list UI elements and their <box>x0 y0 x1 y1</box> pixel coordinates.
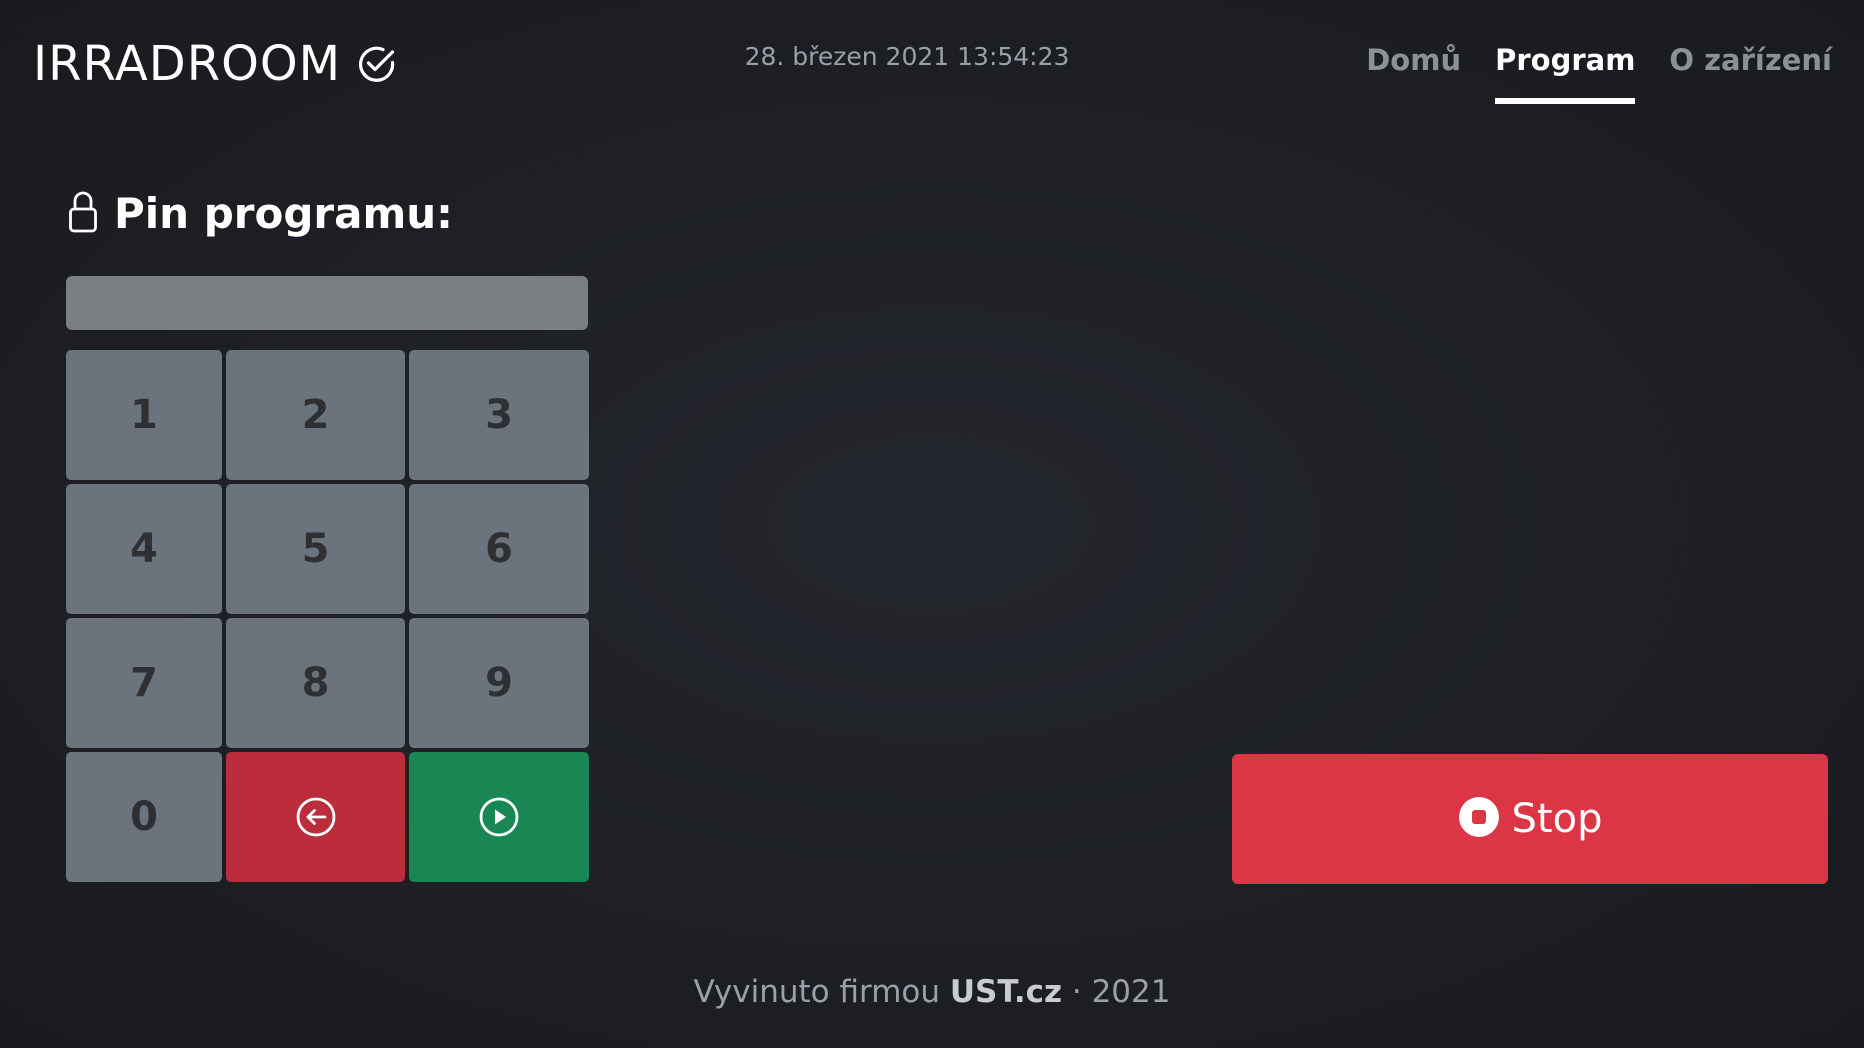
footer-prefix: Vyvinuto firmou <box>693 974 941 1010</box>
backspace-button[interactable] <box>226 752 405 882</box>
pin-title: Pin programu: <box>114 189 453 238</box>
key-9[interactable]: 9 <box>409 618 589 748</box>
keypad: 1 2 3 4 5 6 7 8 9 0 <box>66 350 589 882</box>
key-5[interactable]: 5 <box>226 484 405 614</box>
play-circle-icon <box>478 796 520 838</box>
arrow-left-circle-icon <box>295 796 337 838</box>
stop-label: Stop <box>1511 796 1603 842</box>
key-8[interactable]: 8 <box>226 618 405 748</box>
nav-item-about[interactable]: O zařízení <box>1669 40 1832 104</box>
main-nav: Domů Program O zařízení <box>1366 40 1832 104</box>
key-0[interactable]: 0 <box>66 752 222 882</box>
key-1[interactable]: 1 <box>66 350 222 480</box>
key-4[interactable]: 4 <box>66 484 222 614</box>
stop-button[interactable]: Stop <box>1232 754 1828 884</box>
key-6[interactable]: 6 <box>409 484 589 614</box>
stop-circle-icon <box>1458 796 1500 842</box>
footer-company[interactable]: UST.cz <box>950 974 1062 1010</box>
key-3[interactable]: 3 <box>409 350 589 480</box>
lock-icon <box>68 189 98 239</box>
pin-heading: Pin programu: <box>68 188 453 240</box>
pin-input[interactable] <box>66 276 588 330</box>
key-2[interactable]: 2 <box>226 350 405 480</box>
submit-button[interactable] <box>409 752 589 882</box>
footer: Vyvinuto firmou UST.cz · 2021 <box>0 972 1864 1012</box>
footer-suffix: · 2021 <box>1071 974 1171 1010</box>
key-7[interactable]: 7 <box>66 618 222 748</box>
nav-item-program[interactable]: Program <box>1495 40 1636 104</box>
nav-item-home[interactable]: Domů <box>1366 40 1461 104</box>
